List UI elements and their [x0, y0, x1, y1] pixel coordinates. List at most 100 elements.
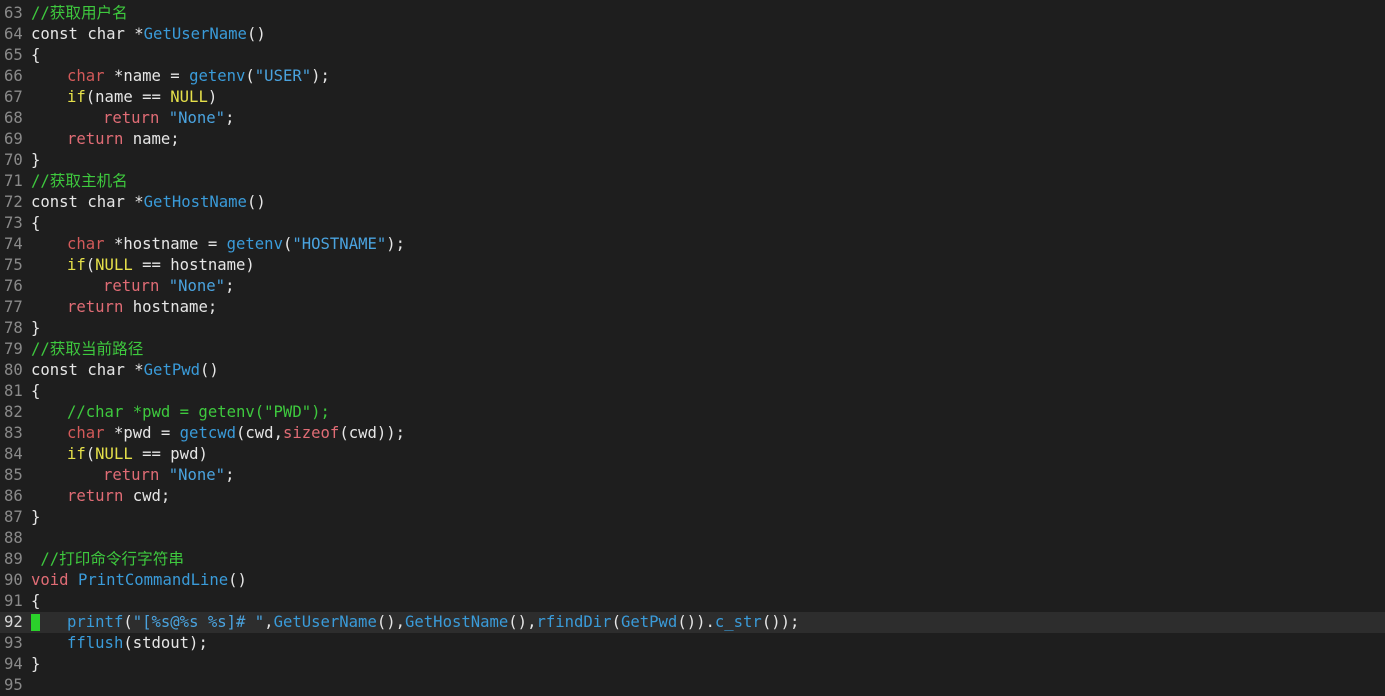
- code-token-text: == pwd): [132, 445, 208, 463]
- code-text[interactable]: }: [31, 318, 40, 339]
- code-token-text: (name ==: [85, 88, 171, 106]
- code-text[interactable]: }: [31, 150, 40, 171]
- code-token-text: cwd;: [123, 487, 171, 505]
- code-line[interactable]: 76 return "None";: [0, 276, 1385, 297]
- code-text[interactable]: //获取用户名: [31, 3, 128, 24]
- code-text[interactable]: if(NULL == pwd): [31, 444, 208, 465]
- code-text[interactable]: {: [31, 45, 40, 66]
- line-number: 73: [4, 214, 23, 232]
- code-text[interactable]: const char *GetPwd(): [31, 360, 219, 381]
- code-token-function: GetHostName: [405, 613, 509, 631]
- code-line[interactable]: 72 const char *GetHostName(): [0, 192, 1385, 213]
- code-line[interactable]: 82 //char *pwd = getenv("PWD");: [0, 402, 1385, 423]
- code-text[interactable]: //打印命令行字符串: [31, 549, 184, 570]
- code-token-string: "None": [168, 277, 226, 295]
- code-token-text: const char: [31, 361, 135, 379]
- code-line[interactable]: 90 void PrintCommandLine(): [0, 570, 1385, 591]
- code-line[interactable]: 63 //获取用户名: [0, 3, 1385, 24]
- code-text[interactable]: return "None";: [31, 276, 234, 297]
- code-line[interactable]: 69 return name;: [0, 129, 1385, 150]
- code-line[interactable]: 84 if(NULL == pwd): [0, 444, 1385, 465]
- code-line[interactable]: 70}: [0, 150, 1385, 171]
- code-text[interactable]: {: [31, 591, 40, 612]
- code-line[interactable]: 78}: [0, 318, 1385, 339]
- code-token-text: {: [31, 214, 41, 232]
- code-text[interactable]: //获取主机名: [31, 171, 128, 192]
- code-token-type: char: [67, 235, 105, 253]
- code-line[interactable]: 71 //获取主机名: [0, 171, 1385, 192]
- code-token-control: if: [67, 445, 86, 463]
- code-text[interactable]: return cwd;: [31, 486, 170, 507]
- code-text[interactable]: return "None";: [31, 108, 234, 129]
- code-text[interactable]: char *name = getenv("USER");: [31, 66, 330, 87]
- line-number: 87: [4, 508, 23, 526]
- code-token-comment: //获取主机名: [31, 172, 128, 190]
- code-text[interactable]: {: [31, 213, 40, 234]
- code-text[interactable]: char *hostname = getenv("HOSTNAME");: [31, 234, 405, 255]
- code-line[interactable]: 85 return "None";: [0, 465, 1385, 486]
- code-text[interactable]: //获取当前路径: [31, 339, 143, 360]
- code-line[interactable]: 65 {: [0, 45, 1385, 66]
- line-number: 94: [4, 655, 23, 673]
- code-text[interactable]: {: [31, 381, 40, 402]
- code-token-text: ): [207, 88, 218, 106]
- code-text[interactable]: if(NULL == hostname): [31, 255, 255, 276]
- code-token-string: "None": [168, 466, 226, 484]
- code-line[interactable]: 67 if(name == NULL): [0, 87, 1385, 108]
- code-line[interactable]: 73 {: [0, 213, 1385, 234]
- code-line[interactable]: 66 char *name = getenv("USER");: [0, 66, 1385, 87]
- code-text[interactable]: return "None";: [31, 465, 234, 486]
- code-line[interactable]: 91 {: [0, 591, 1385, 612]
- code-text[interactable]: //char *pwd = getenv("PWD");: [31, 402, 330, 423]
- code-token-control: if: [67, 88, 86, 106]
- code-line-current[interactable]: 92 printf("[%s@%s %s]# ",GetUserName(),Ge…: [0, 612, 1385, 633]
- code-text[interactable]: char *pwd = getcwd(cwd,sizeof(cwd));: [31, 423, 405, 444]
- code-text[interactable]: const char *GetHostName(): [31, 192, 266, 213]
- code-token-text: ;: [225, 109, 235, 127]
- code-text[interactable]: if(name == NULL): [31, 87, 217, 108]
- line-number: 92: [4, 613, 23, 631]
- code-token-function: rfindDir: [536, 613, 612, 631]
- code-line[interactable]: 68 return "None";: [0, 108, 1385, 129]
- code-line[interactable]: 95: [0, 675, 1385, 696]
- code-editor[interactable]: 63//获取用户名 64 const char *GetUserName() 65{6…: [0, 0, 1385, 694]
- code-line[interactable]: 87}: [0, 507, 1385, 528]
- code-token-string: "[%s@%s %s]# ": [132, 613, 265, 631]
- code-text[interactable]: return hostname;: [31, 297, 217, 318]
- code-text[interactable]: }: [31, 654, 40, 675]
- code-token-text: }: [31, 508, 41, 526]
- code-line[interactable]: 80 const char *GetPwd(): [0, 360, 1385, 381]
- code-line[interactable]: 83 char *pwd = getcwd(cwd,sizeof(cwd));: [0, 423, 1385, 444]
- code-token-text: hostname;: [123, 298, 218, 316]
- code-line[interactable]: 77 return hostname;: [0, 297, 1385, 318]
- code-token-comment: //char *pwd = getenv("PWD");: [67, 403, 330, 421]
- line-number: 89: [4, 550, 23, 568]
- code-token-control: if: [67, 256, 86, 274]
- code-token-function: printf: [67, 613, 124, 631]
- line-number: 82: [4, 403, 23, 421]
- code-token-constant: NULL: [170, 88, 208, 106]
- code-line[interactable]: 93 fflush(stdout);: [0, 633, 1385, 654]
- code-line[interactable]: 74 char *hostname = getenv("HOSTNAME");: [0, 234, 1385, 255]
- code-line[interactable]: 94}: [0, 654, 1385, 675]
- code-text[interactable]: fflush(stdout);: [31, 633, 208, 654]
- code-text[interactable]: return name;: [31, 129, 180, 150]
- code-line[interactable]: 79 //获取当前路径: [0, 339, 1385, 360]
- code-token-text: (cwd,: [236, 424, 283, 442]
- code-text[interactable]: void PrintCommandLine(): [31, 570, 247, 591]
- code-line[interactable]: 89 //打印命令行字符串: [0, 549, 1385, 570]
- code-line[interactable]: 75 if(NULL == hostname): [0, 255, 1385, 276]
- code-token-text: (): [246, 193, 266, 211]
- code-text[interactable]: printf("[%s@%s %s]# ",GetUserName(),GetH…: [31, 612, 799, 633]
- code-token-text: (: [611, 613, 621, 631]
- code-text[interactable]: }: [31, 507, 40, 528]
- code-text[interactable]: const char *GetUserName(): [31, 24, 266, 45]
- code-line[interactable]: 64 const char *GetUserName(): [0, 24, 1385, 45]
- line-number: 68: [4, 109, 23, 127]
- code-line[interactable]: 86 return cwd;: [0, 486, 1385, 507]
- code-line[interactable]: 81 {: [0, 381, 1385, 402]
- code-token-text: );: [311, 67, 330, 85]
- code-line[interactable]: 88: [0, 528, 1385, 549]
- code-token-function: getcwd: [179, 424, 237, 442]
- line-number: 63: [4, 4, 23, 22]
